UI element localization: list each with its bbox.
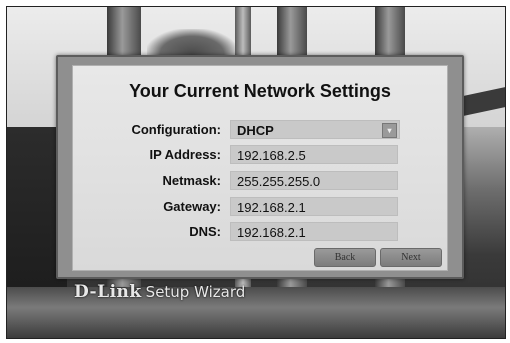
ip-address-row: IP Address: 192.168.2.5: [73, 145, 447, 165]
setup-wizard-label: Setup Wizard: [145, 283, 246, 301]
ip-address-field[interactable]: 192.168.2.5: [230, 145, 398, 164]
network-settings-dialog: Your Current Network Settings Configurat…: [56, 55, 464, 279]
gateway-row: Gateway: 192.168.2.1: [73, 197, 447, 217]
netmask-field[interactable]: 255.255.255.0: [230, 171, 398, 190]
gateway-label: Gateway:: [163, 199, 221, 214]
configuration-label: Configuration:: [131, 122, 221, 137]
gateway-field[interactable]: 192.168.2.1: [230, 197, 398, 216]
dialog-body: Your Current Network Settings Configurat…: [72, 65, 448, 271]
ip-address-label: IP Address:: [149, 147, 221, 162]
dlink-logo: D-Link: [74, 282, 142, 302]
dns-field[interactable]: 192.168.2.1: [230, 222, 398, 241]
configuration-row: Configuration: DHCP ▾: [73, 120, 447, 140]
configuration-value: DHCP: [237, 123, 274, 138]
dns-label: DNS:: [189, 224, 221, 239]
dns-row: DNS: 192.168.2.1: [73, 222, 447, 242]
dialog-title: Your Current Network Settings: [129, 81, 391, 101]
netmask-label: Netmask:: [162, 173, 221, 188]
configuration-select[interactable]: DHCP ▾: [230, 120, 400, 139]
netmask-row: Netmask: 255.255.255.0: [73, 171, 447, 191]
back-button[interactable]: Back: [314, 248, 376, 267]
next-button[interactable]: Next: [380, 248, 442, 267]
brand-caption: D-Link Setup Wizard: [74, 282, 245, 302]
chevron-down-icon[interactable]: ▾: [382, 123, 397, 138]
